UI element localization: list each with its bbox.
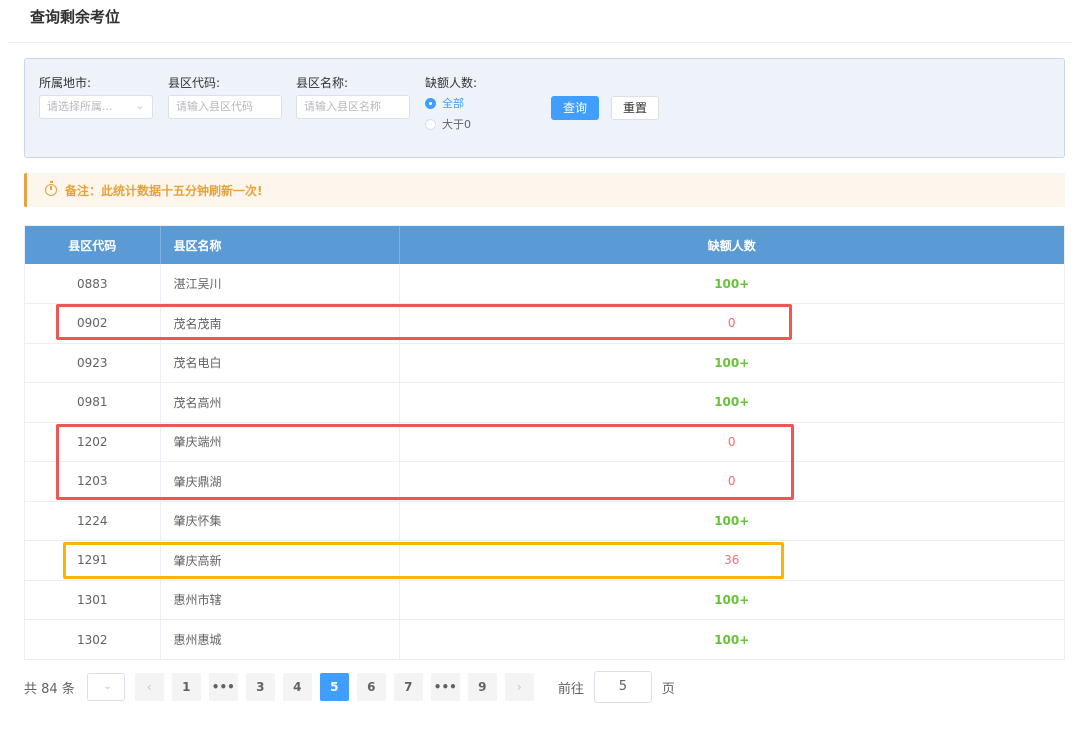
- table-row: 1224 肇庆怀集 100+: [25, 501, 1064, 541]
- notice-text: 备注：此统计数据十五分钟刷新一次!: [65, 183, 263, 198]
- city-filter: 所属地市: 请选择所属... ⌄: [39, 75, 153, 119]
- header-count: 缺额人数: [399, 226, 1064, 264]
- stopwatch-icon: [45, 181, 57, 196]
- radio-gt-zero[interactable]: 大于0: [425, 115, 477, 133]
- prev-page-button[interactable]: ‹: [134, 673, 164, 701]
- page-size-select[interactable]: ⌄: [86, 673, 125, 701]
- cell-name: 肇庆怀集: [160, 501, 400, 541]
- radio-all[interactable]: 全部: [425, 94, 477, 112]
- reset-button[interactable]: 重置: [611, 96, 659, 120]
- cell-code: 1203: [25, 461, 161, 502]
- radio-all-label: 全部: [442, 97, 464, 110]
- cell-name: 湛江吴川: [160, 264, 400, 304]
- page-button[interactable]: 6: [356, 673, 386, 701]
- query-button[interactable]: 查询: [551, 96, 599, 120]
- page-button[interactable]: 3: [245, 673, 275, 701]
- city-select-placeholder: 请选择所属...: [47, 100, 113, 113]
- code-input[interactable]: 请输入县区代码: [168, 95, 282, 119]
- next-page-button[interactable]: ›: [504, 673, 534, 701]
- cell-name: 惠州惠城: [160, 619, 400, 659]
- code-label: 县区代码:: [168, 76, 221, 90]
- name-filter: 县区名称: 请输入县区名称: [296, 75, 410, 119]
- table-row: 0923 茂名电白 100+: [25, 343, 1064, 383]
- radio-gt-zero-label: 大于0: [442, 118, 471, 131]
- title-divider: [8, 42, 1072, 43]
- cell-count: 100+: [399, 343, 1064, 383]
- page-button[interactable]: 7: [393, 673, 423, 701]
- radio-checked-icon: [425, 97, 436, 109]
- radio-unchecked-icon: [425, 118, 436, 130]
- filter-panel: 所属地市: 请选择所属... ⌄ 县区代码: 请输入县区代码 县区名称: 请输入…: [24, 58, 1065, 158]
- city-label: 所属地市:: [39, 76, 92, 90]
- page-ellipsis-button[interactable]: •••: [430, 673, 460, 701]
- cell-code: 0902: [25, 303, 161, 344]
- cell-code: 0981: [25, 382, 161, 423]
- cell-name: 茂名茂南: [160, 303, 400, 344]
- cell-count: 0: [399, 461, 1064, 502]
- cell-count: 100+: [399, 264, 1064, 304]
- cell-name: 肇庆鼎湖: [160, 461, 400, 502]
- cell-name: 肇庆端州: [160, 422, 400, 462]
- cell-code: 0883: [25, 264, 161, 304]
- goto-page-input[interactable]: 5: [593, 671, 652, 703]
- city-select[interactable]: 请选择所属... ⌄: [39, 95, 153, 119]
- seats-table: 县区代码 县区名称 缺额人数 0883 湛江吴川 100+ 0902 茂名茂南 …: [24, 225, 1065, 660]
- page-title: 查询剩余考位: [30, 8, 121, 26]
- page-button-current[interactable]: 5: [319, 673, 349, 701]
- table-row: 1302 惠州惠城 100+: [25, 619, 1064, 659]
- cell-count: 100+: [399, 382, 1064, 423]
- cell-code: 0923: [25, 343, 161, 383]
- cell-name: 茂名高州: [160, 382, 400, 423]
- cell-code: 1302: [25, 619, 161, 659]
- cell-count: 100+: [399, 501, 1064, 541]
- cell-name: 茂名电白: [160, 343, 400, 383]
- cell-code: 1301: [25, 580, 161, 620]
- table-row: 0883 湛江吴川 100+: [25, 264, 1064, 304]
- page-button[interactable]: 9: [467, 673, 497, 701]
- name-label: 县区名称:: [296, 76, 349, 90]
- cell-code: 1224: [25, 501, 161, 541]
- cell-code: 1291: [25, 540, 161, 581]
- table-row: 1291 肇庆高新 36: [25, 540, 1064, 581]
- table-row: 1301 惠州市辖 100+: [25, 580, 1064, 620]
- table-row: 0902 茂名茂南 0: [25, 303, 1064, 344]
- name-input-placeholder: 请输入县区名称: [304, 100, 381, 113]
- cell-count: 100+: [399, 580, 1064, 620]
- shortage-filter: 缺额人数: 全部 大于0: [425, 75, 477, 133]
- cell-name: 惠州市辖: [160, 580, 400, 620]
- cell-code: 1202: [25, 422, 161, 462]
- name-input[interactable]: 请输入县区名称: [296, 95, 410, 119]
- header-name: 县区名称: [160, 226, 400, 264]
- goto-label: 前往: [557, 681, 584, 697]
- cell-count: 0: [399, 303, 1064, 344]
- page-suffix: 页: [661, 681, 675, 697]
- cell-count: 100+: [714, 632, 750, 647]
- cell-name: 肇庆高新: [160, 540, 400, 581]
- page-ellipsis-button[interactable]: •••: [208, 673, 238, 701]
- table-row: 0981 茂名高州 100+: [25, 382, 1064, 423]
- shortage-label: 缺额人数:: [425, 76, 478, 90]
- cell-count: 36: [399, 540, 1064, 581]
- notice-banner: 备注：此统计数据十五分钟刷新一次!: [24, 173, 1065, 207]
- cell-count: 0: [399, 422, 1064, 462]
- table-row: 1202 肇庆端州 0: [25, 422, 1064, 462]
- table-row: 1203 肇庆鼎湖 0: [25, 461, 1064, 502]
- code-filter: 县区代码: 请输入县区代码: [168, 75, 282, 119]
- pagination: 共 84 条 ⌄ ‹ 1 ••• 3 4 5 6 7 ••• 9 › 前往 5 …: [24, 671, 675, 703]
- chevron-down-icon: ⌄: [135, 101, 144, 112]
- code-input-placeholder: 请输入县区代码: [176, 100, 253, 113]
- page-button[interactable]: 1: [171, 673, 201, 701]
- pagination-total: 共 84 条: [24, 681, 75, 697]
- page-button[interactable]: 4: [282, 673, 312, 701]
- table-header-row: 县区代码 县区名称 缺额人数: [25, 226, 1064, 264]
- header-code: 县区代码: [25, 226, 161, 264]
- chevron-down-icon: ⌄: [103, 681, 112, 692]
